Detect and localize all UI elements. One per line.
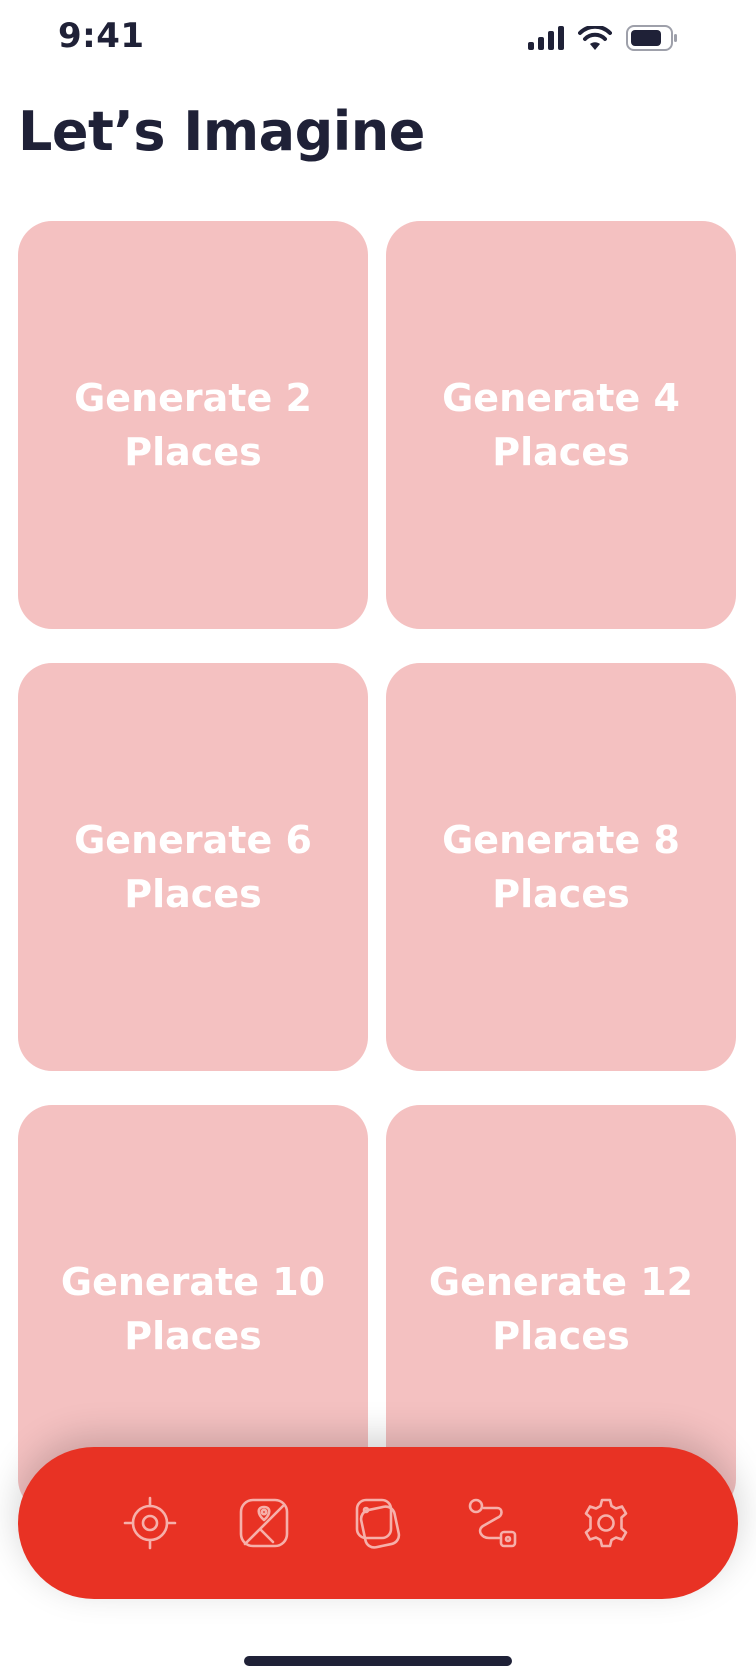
tab-locate[interactable]	[122, 1495, 178, 1551]
card-label: Generate 2 Places	[74, 376, 312, 474]
route-icon	[468, 1498, 517, 1548]
generate-6-places-card[interactable]: Generate 6 Places	[18, 663, 368, 1071]
wifi-icon	[578, 26, 612, 50]
map-pin-image-icon	[239, 1498, 289, 1548]
tab-routes[interactable]	[464, 1495, 520, 1551]
page-title: Let’s Imagine	[18, 100, 425, 163]
bottom-tab-bar	[18, 1447, 738, 1599]
tab-collections[interactable]	[350, 1495, 406, 1551]
status-time: 9:41	[58, 16, 145, 56]
tab-settings[interactable]	[578, 1495, 634, 1551]
card-label: Generate 12 Places	[428, 1260, 694, 1358]
status-bar: 9:41	[0, 0, 756, 80]
tab-places-map[interactable]	[236, 1495, 292, 1551]
generate-2-places-card[interactable]: Generate 2 Places	[18, 221, 368, 629]
generate-4-places-card[interactable]: Generate 4 Places	[386, 221, 736, 629]
card-label: Generate 4 Places	[442, 376, 680, 474]
signal-icon	[528, 26, 564, 50]
generate-8-places-card[interactable]: Generate 8 Places	[386, 663, 736, 1071]
generate-options-grid: Generate 2 Places Generate 4 Places Gene…	[18, 221, 738, 1513]
stacked-cards-icon	[355, 1498, 401, 1549]
status-icons	[528, 22, 678, 54]
gear-icon	[584, 1498, 628, 1548]
battery-icon	[626, 25, 677, 51]
card-label: Generate 6 Places	[74, 818, 312, 916]
crosshair-icon	[123, 1496, 177, 1550]
card-label: Generate 8 Places	[442, 818, 680, 916]
card-label: Generate 10 Places	[60, 1260, 326, 1358]
home-indicator[interactable]	[244, 1656, 512, 1666]
